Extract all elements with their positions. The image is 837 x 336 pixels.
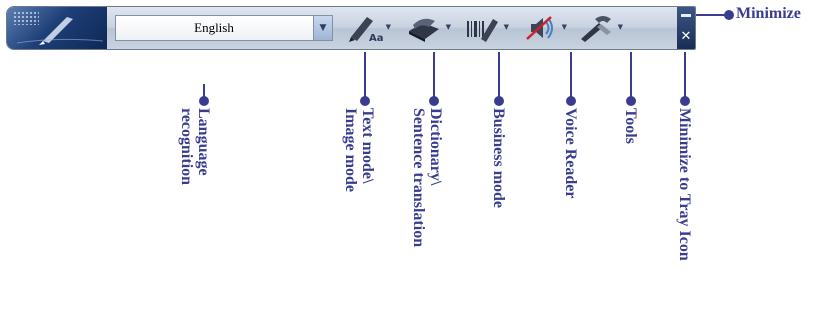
barcode-pen-icon [467, 19, 498, 42]
language-recognition-label: Language recognition [178, 108, 212, 186]
close-icon[interactable]: ✕ [677, 29, 695, 44]
tools-button[interactable]: ▼ [573, 11, 625, 45]
text-image-mode-button[interactable]: Aa ▼ [341, 11, 393, 45]
tools-label: Tools [622, 108, 639, 144]
chevron-down-icon[interactable]: ▼ [313, 16, 332, 40]
window-controls: ✕ [677, 7, 695, 49]
language-select[interactable]: English ▼ [115, 15, 333, 41]
voice-reader-button[interactable]: ▼ [517, 11, 569, 45]
voice-reader-label: Voice Reader [562, 108, 579, 199]
minimize-dot [724, 10, 734, 20]
minimize-label: Minimize [736, 5, 801, 22]
minimize-leader [696, 14, 726, 16]
dictionary-label: Dictionary\ Sentence translation [410, 108, 444, 248]
minimize-to-tray-label: Minimize to Tray Icon [676, 108, 693, 261]
dictionary-scanner-icon [409, 18, 439, 42]
business-mode-button[interactable]: ▼ [459, 11, 511, 45]
pen-logo-icon [7, 7, 107, 49]
language-value: English [194, 20, 234, 35]
text-image-mode-label: Text mode\ Image mode [342, 108, 376, 192]
svg-text:Aa: Aa [369, 33, 383, 43]
dictionary-button[interactable]: ▼ [401, 11, 453, 45]
speaker-muted-icon [526, 16, 553, 40]
business-mode-label: Business mode [490, 108, 507, 209]
text-image-pen-icon: Aa [349, 17, 383, 43]
tools-icon [581, 16, 611, 42]
minimize-icon[interactable] [681, 14, 691, 17]
pen-toolbar: English ▼ Aa ▼ ▼ ▼ ▼ ▼ ✕ [6, 6, 696, 50]
